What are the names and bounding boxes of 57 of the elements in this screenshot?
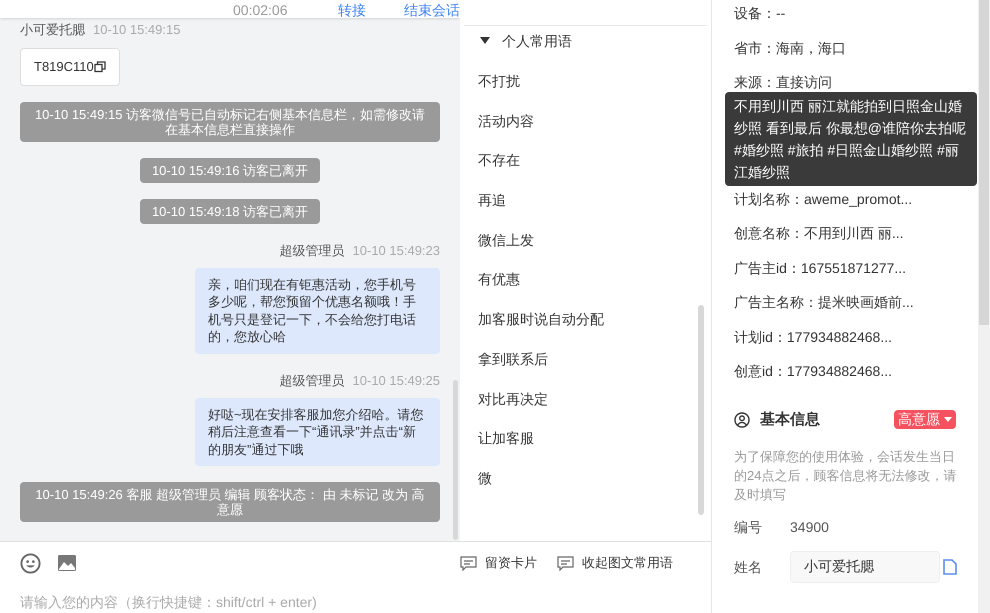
system-notice: 10-10 15:49:26 客服 超级管理员 编辑 顾客状态： 由 未标记 改为 高意愿 [20, 482, 440, 522]
info-row-text: 计划id：177934882468... [734, 328, 892, 346]
name-field[interactable]: 小可爱托腮 [790, 551, 940, 583]
call-timer: 00:02:06 [233, 2, 288, 18]
tooltip: 不用到川西 丽江就能拍到日照金山婚纱照 看到最后 你最想@谁陪你去拍呢 #婚纱照 #旅拍 #日照金山婚纱照 #丽江婚纱照 [725, 92, 977, 186]
phrase-item[interactable]: 加客服时说自动分配 [478, 300, 604, 340]
scrollbar-thumb[interactable] [698, 305, 704, 515]
info-row-text: 计划名称：aweme_promot... [734, 190, 912, 209]
header-link[interactable]: 结束会话 [404, 2, 460, 18]
phrase-item[interactable]: 再追 [478, 181, 506, 221]
image-icon[interactable] [57, 553, 77, 573]
phrase-item[interactable]: 对比再决定 [478, 380, 548, 420]
message-bubble: 亲，咱们现在有钜惠活动，您手机号多少呢，帮您预留个优惠名额哦！手机号只是登记一下，不会给您打电话的，您放心哈 [195, 268, 440, 354]
system-notice: 10-10 15:49:15 访客微信号已自动标记右侧基本信息栏，如需修改请在基本信息栏直接操作 [20, 102, 440, 142]
chat-bubble-icon [557, 556, 574, 570]
phrase-item[interactable]: 活动内容 [478, 102, 534, 142]
info-row-text: 来源：直接访问 [734, 73, 832, 92]
phrase-item[interactable]: 让加客服 [478, 419, 534, 459]
user-icon [734, 412, 750, 428]
phrase-group-header[interactable]: 个人常用语 [460, 26, 711, 56]
sender-name: 超级管理员 [280, 242, 345, 258]
phrase-item[interactable]: 有优惠 [478, 260, 520, 300]
system-notice: 10-10 15:49:16 访客已离开 [140, 158, 320, 182]
smiley-icon[interactable] [20, 552, 41, 574]
info-row-text: 广告主名称：提米映画婚前... [734, 293, 914, 312]
info-row-text: 创意id：177934882468... [734, 362, 892, 381]
section-title: 基本信息 [760, 410, 820, 430]
header-link[interactable]: 转接 [338, 2, 366, 18]
field-label: 姓名 [734, 558, 763, 576]
info-row-text: 设备：-- [734, 4, 786, 23]
field-value: 34900 [790, 518, 829, 537]
message-time: 10-10 15:49:25 [352, 372, 440, 388]
composer-button[interactable]: 收起图文常用语 [557, 553, 673, 573]
message-time: 10-10 15:49:15 [93, 22, 180, 38]
message-bubble: 好哒~现在安排客服加您介绍哈。请您稍后注意查看一下“通讯录”并点击“新的朋友”通过下哦 [195, 398, 440, 466]
message-text: T819C110 [34, 58, 94, 76]
phrase-item[interactable]: 不打扰 [478, 62, 520, 102]
sender-name: 超级管理员 [280, 372, 345, 388]
phrase-item[interactable]: 微 [478, 458, 492, 499]
info-row-text: 省市：海南，海口 [734, 38, 846, 58]
info-row-text: 创意名称：不用到川西 丽... [734, 224, 904, 243]
composer-button[interactable]: 留资卡片 [460, 553, 537, 573]
scrollbar-thumb[interactable] [979, 0, 989, 325]
phrase-item[interactable]: 拿到联系后 [478, 340, 548, 380]
chat-bubble-icon [460, 556, 477, 570]
notice-text: 为了保障您的使用体验，会话发生当日的24点之后，顾客信息将无法修改，请及时填写 [734, 448, 958, 504]
phrase-item[interactable]: 微信上发 [478, 220, 534, 260]
message-time: 10-10 15:49:23 [352, 242, 440, 258]
document-icon[interactable] [943, 559, 957, 575]
phrase-item[interactable]: 不存在 [478, 141, 520, 182]
system-notice: 10-10 15:49:18 访客已离开 [140, 198, 320, 224]
info-row-text: 广告主id：167551871277... [734, 258, 906, 278]
copy-icon[interactable] [94, 60, 106, 73]
caret-icon [944, 417, 952, 422]
field-label: 编号 [734, 518, 763, 537]
sender-name: 小可爱托腮 [20, 22, 85, 38]
scrollbar-thumb[interactable] [453, 380, 458, 540]
